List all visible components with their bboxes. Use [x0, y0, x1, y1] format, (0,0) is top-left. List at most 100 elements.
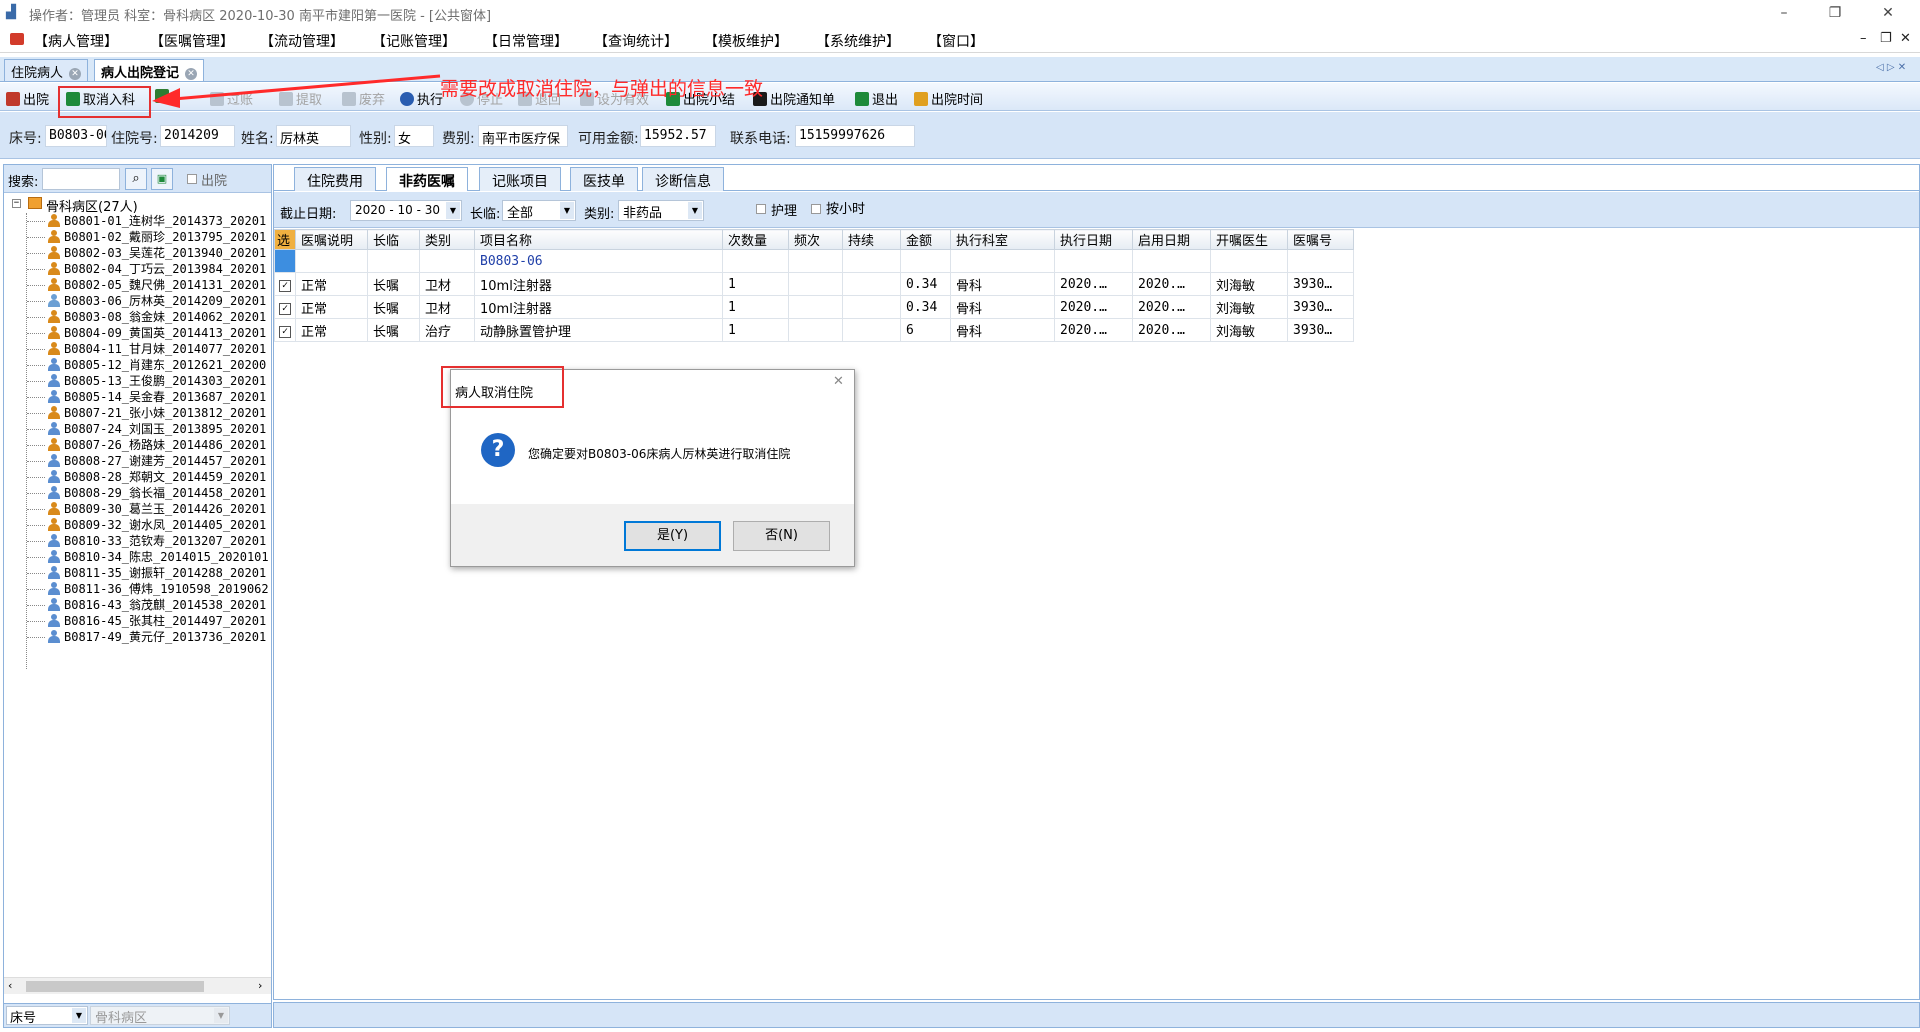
patient-tree-item[interactable]: B0804-11_甘月妹_2014077_20201	[64, 341, 266, 357]
patient-tree-item[interactable]: B0808-28_郑朝文_2014459_20201	[64, 469, 266, 485]
patient-list-panel: 搜索: ⌕ ▣ 出院 − 骨科病区(27人) B0801-01_连树华_2014…	[3, 164, 272, 1028]
mdi-restore-button[interactable]: ❐	[1880, 31, 1892, 46]
search-input[interactable]	[42, 168, 120, 190]
collapse-icon[interactable]: −	[12, 199, 21, 208]
column-header[interactable]: 次数量	[722, 229, 789, 250]
patient-tree-item[interactable]: B0802-03_吴莲花_2013940_20201	[64, 245, 266, 261]
search-icon[interactable]: ⌕	[125, 168, 147, 190]
patient-tree-item[interactable]: B0808-27_谢建芳_2014457_20201	[64, 453, 266, 469]
row-checkbox[interactable]: ✓	[279, 279, 291, 292]
menu-query[interactable]: 【查询统计】	[594, 31, 678, 51]
scroll-thumb[interactable]	[26, 981, 204, 992]
patient-tree-item[interactable]: B0802-05_魏尺佛_2014131_20201	[64, 277, 266, 293]
tab-non-drug-orders[interactable]: 非药医嘱	[386, 167, 468, 191]
tree-hscrollbar[interactable]: ‹ ›	[4, 977, 271, 994]
mdi-minimize-button[interactable]: –	[1860, 31, 1867, 46]
restore-button[interactable]: ❐	[1812, 2, 1858, 24]
refresh-icon[interactable]: ▣	[151, 168, 173, 190]
patient-tree-item[interactable]: B0817-49_黄元仔_2013736_20201	[64, 629, 266, 645]
nursing-checkbox[interactable]	[756, 204, 766, 214]
patient-tree-item[interactable]: B0811-36_傅炜_1910598_2019062	[64, 581, 269, 597]
type-select[interactable]: 非药品 ▼	[618, 200, 704, 221]
ward-select[interactable]: 骨科病区 ▼	[90, 1006, 230, 1026]
patient-tree-item[interactable]: B0801-01_连树华_2014373_20201	[64, 213, 266, 229]
mdi-close-button[interactable]: ✕	[1900, 31, 1911, 46]
row-checkbox-cell[interactable]: ✓	[274, 295, 296, 319]
patient-tree-item[interactable]: B0802-04_丁巧云_2013984_20201	[64, 261, 266, 277]
patient-tree-item[interactable]: B0807-26_杨路妹_2014486_20201	[64, 437, 266, 453]
row-checkbox-cell[interactable]: ✓	[274, 272, 296, 296]
no-button[interactable]: 否(N)	[733, 521, 830, 551]
patient-tree-item[interactable]: B0809-32_谢水凤_2014405_20201	[64, 517, 266, 533]
date-picker[interactable]: 2020 - 10 - 30 ▼	[350, 200, 462, 221]
column-header[interactable]: 长临	[367, 229, 420, 250]
patient-tree-item[interactable]: B0810-34_陈忠_2014015_2020101	[64, 549, 269, 565]
patient-tree-item[interactable]: B0811-35_谢振轩_2014288_20201	[64, 565, 266, 581]
table-row[interactable]: ✓ 正常 长嘱 治疗 动静脉置管护理 1 6 骨科 2020.… 2020.… 刘海敏 3930…	[274, 318, 1354, 342]
sort-select[interactable]: 床号 ▼	[6, 1006, 88, 1026]
discharge-time-button[interactable]: 出院时间	[914, 89, 983, 108]
table-cell	[1132, 249, 1211, 273]
table-row[interactable]: ✓ 正常 长嘱 卫材 10ml注射器 1 0.34 骨科 2020.… 2020.… 刘海敏 3930…	[274, 295, 1354, 319]
yes-button[interactable]: 是(Y)	[624, 521, 721, 551]
column-header[interactable]: 医嘱号	[1287, 229, 1354, 250]
patient-tree-item[interactable]: B0807-24_刘国玉_2013895_20201	[64, 421, 266, 437]
tab-diagnosis[interactable]: 诊断信息	[642, 167, 724, 191]
menu-orders[interactable]: 【医嘱管理】	[150, 31, 234, 51]
tab-nav-arrows[interactable]: ◁ ▷ ✕	[1876, 62, 1906, 73]
dialog-close-icon[interactable]: ✕	[833, 374, 844, 389]
column-header[interactable]: 持续	[842, 229, 901, 250]
close-window-button[interactable]: ✕	[1865, 2, 1911, 24]
column-header[interactable]: 执行科室	[950, 229, 1055, 250]
patient-tree-item[interactable]: B0805-12_肖建东_2012621_20200	[64, 357, 266, 373]
patient-tree-item[interactable]: B0816-43_翁茂麒_2014538_20201	[64, 597, 266, 613]
column-header[interactable]: 金额	[900, 229, 951, 250]
column-header[interactable]: 医嘱说明	[295, 229, 368, 250]
column-header[interactable]: 开嘱医生	[1210, 229, 1288, 250]
patient-tree-item[interactable]: B0805-14_吴金春_2013687_20201	[64, 389, 266, 405]
scroll-right-icon[interactable]: ›	[258, 979, 262, 992]
patient-tree-item[interactable]: B0803-06_厉林英_2014209_20201	[64, 293, 266, 309]
tab-accounting-items[interactable]: 记账项目	[479, 167, 561, 191]
row-checkbox-cell[interactable]: ✓	[274, 318, 296, 342]
row-checkbox[interactable]: ✓	[279, 325, 291, 338]
menu-daily[interactable]: 【日常管理】	[484, 31, 568, 51]
menu-accounting[interactable]: 【记账管理】	[372, 31, 456, 51]
patient-tree-item[interactable]: B0803-08_翁金妹_2014062_20201	[64, 309, 266, 325]
group-row[interactable]: B0803-06	[274, 249, 1354, 273]
scroll-left-icon[interactable]: ‹	[8, 979, 12, 992]
tab-inpatient-fees[interactable]: 住院费用	[294, 167, 376, 191]
exit-button[interactable]: 退出	[855, 89, 898, 108]
patient-tree-item[interactable]: B0810-33_范钦寿_2013207_20201	[64, 533, 266, 549]
menu-flow[interactable]: 【流动管理】	[260, 31, 344, 51]
patient-tree-item[interactable]: B0805-13_王俊鹏_2014303_20201	[64, 373, 266, 389]
select-column-header[interactable]: 选	[274, 229, 296, 250]
menu-patient[interactable]: 【病人管理】	[34, 31, 118, 51]
discharge-notice-button[interactable]: 出院通知单	[753, 89, 835, 108]
column-header[interactable]: 执行日期	[1054, 229, 1133, 250]
patient-tree-item[interactable]: B0804-09_黄国英_2014413_20201	[64, 325, 266, 341]
patient-tree-item[interactable]: B0809-30_葛兰玉_2014426_20201	[64, 501, 266, 517]
column-header[interactable]: 项目名称	[474, 229, 723, 250]
longterm-select[interactable]: 全部 ▼	[502, 200, 576, 221]
menu-window[interactable]: 【窗口】	[928, 31, 984, 51]
tab-medtech-sheet[interactable]: 医技单	[570, 167, 638, 191]
menu-template[interactable]: 【模板维护】	[704, 31, 788, 51]
discharge-button[interactable]: 出院	[6, 89, 49, 108]
hourly-checkbox[interactable]	[811, 204, 821, 214]
tab-close-icon[interactable]: ✕	[69, 67, 82, 80]
patient-tree-item[interactable]: B0801-02_戴丽珍_2013795_20201	[64, 229, 266, 245]
patient-tree-item[interactable]: B0816-45_张其柱_2014497_20201	[64, 613, 266, 629]
discharged-checkbox[interactable]	[187, 174, 197, 184]
tree-connector	[27, 525, 45, 526]
table-row[interactable]: ✓ 正常 长嘱 卫材 10ml注射器 1 0.34 骨科 2020.… 2020.… 刘海敏 3930…	[274, 272, 1354, 296]
column-header[interactable]: 类别	[419, 229, 475, 250]
patient-tree-item[interactable]: B0807-21_张小妹_2013812_20201	[64, 405, 266, 421]
tab-inpatients[interactable]: 住院病人 ✕	[4, 59, 89, 81]
menu-system[interactable]: 【系统维护】	[816, 31, 900, 51]
minimize-button[interactable]: –	[1761, 2, 1807, 24]
column-header[interactable]: 频次	[788, 229, 843, 250]
row-checkbox[interactable]: ✓	[279, 302, 291, 315]
patient-tree-item[interactable]: B0808-29_翁长福_2014458_20201	[64, 485, 266, 501]
column-header[interactable]: 启用日期	[1132, 229, 1211, 250]
